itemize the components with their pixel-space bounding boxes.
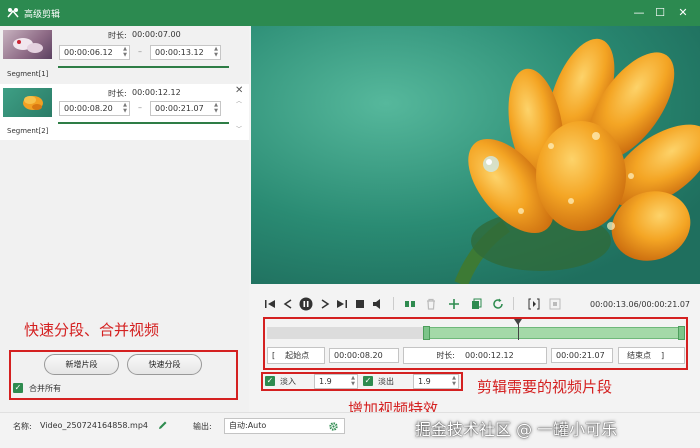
segment-duration: 00:00:12.12 (132, 88, 181, 97)
spinner-icon[interactable]: ▲ ▼ (214, 46, 218, 58)
edit-pencil-icon[interactable] (158, 420, 168, 430)
fade-in-checkbox[interactable]: ✓ (265, 376, 275, 386)
minimize-button[interactable]: — (629, 3, 649, 23)
step-back-icon[interactable] (281, 297, 295, 311)
spinner-icon[interactable]: ▲ ▼ (123, 102, 127, 114)
playhead-marker-icon[interactable] (513, 319, 522, 325)
reset-icon[interactable] (491, 297, 505, 311)
quick-split-button[interactable]: 快速分段 (127, 354, 202, 375)
annotation-split-merge: 快速分段、合并视频 (24, 321, 160, 339)
step-forward-icon[interactable] (318, 297, 332, 311)
filename-value: Video_250724164858.mp4 (40, 421, 148, 430)
annotation-range: 剪辑需要的视频片段 (477, 378, 613, 396)
copy-icon[interactable] (469, 297, 483, 311)
spinner-icon[interactable]: ▲ ▼ (123, 46, 127, 58)
selection-start-handle[interactable] (422, 326, 430, 340)
range-start-input[interactable]: 00:00:08.20 (329, 348, 399, 363)
add-icon[interactable] (447, 297, 461, 311)
new-segment-button[interactable]: 新增片段 (44, 354, 119, 375)
spinner-icon[interactable]: ▲ ▼ (214, 102, 218, 114)
video-preview[interactable] (251, 26, 700, 284)
output-label: 输出: (193, 422, 212, 431)
segment-panel: Segment[1] 时长: 00:00:07.00 00:00:06.12 ▲ ▼… (0, 26, 249, 412)
volume-icon[interactable] (371, 297, 385, 311)
window-title: 高级剪辑 (24, 10, 61, 20)
segment-name: Segment[1] (7, 70, 49, 78)
toolbar-divider (513, 297, 514, 310)
fade-in-input[interactable]: 1.9 ▲ ▼ (314, 374, 358, 389)
fade-in-label: 淡入 (280, 377, 296, 386)
mark-out-icon[interactable] (548, 297, 562, 311)
segment-duration: 00:00:07.00 (132, 30, 181, 39)
segment-duration-label: 时长: (108, 89, 127, 98)
filename-label: 名称: (13, 422, 32, 431)
file-bar: 名称: Video_250724164858.mp4 输出: 自动:Auto 掘… (0, 412, 700, 448)
segment-start-input[interactable]: 00:00:08.20 ▲ ▼ (59, 101, 130, 116)
close-segment-icon[interactable]: ✕ (235, 85, 243, 96)
title-bar: 高级剪辑 — ☐ ✕ (0, 0, 700, 26)
close-button[interactable]: ✕ (673, 3, 693, 23)
fade-out-checkbox[interactable]: ✓ (363, 376, 373, 386)
merge-all-checkbox[interactable]: ✓ (13, 383, 23, 393)
watermark: 掘金技术社区 @ 一罐小可乐 (415, 420, 618, 439)
go-start-icon[interactable] (263, 297, 277, 311)
segment-thumbnail (3, 88, 52, 117)
app-logo-icon (7, 8, 19, 18)
segment-item[interactable]: Segment[1] 时长: 00:00:07.00 00:00:06.12 ▲ ▼… (0, 26, 249, 82)
segment-name: Segment[2] (7, 127, 49, 135)
set-start-button[interactable]: [起始点 (267, 347, 325, 364)
go-end-icon[interactable] (335, 297, 349, 311)
split-icon[interactable] (403, 297, 417, 311)
segment-item[interactable]: Segment[2] 时长: 00:00:12.12 ✕ ︿ ﹀ 00:00:0… (0, 84, 249, 140)
chevron-down-icon[interactable]: ﹀ (236, 124, 242, 133)
stop-icon[interactable] (353, 297, 367, 311)
maximize-button[interactable]: ☐ (650, 3, 670, 23)
delete-icon[interactable] (424, 297, 438, 311)
fade-out-label: 淡出 (378, 377, 394, 386)
video-frame-image (251, 26, 700, 284)
range-duration: 时长: 00:00:12.12 (403, 347, 547, 364)
playback-time: 00:00:13.06/00:00:21.07 (590, 300, 690, 309)
gear-icon[interactable] (329, 422, 338, 431)
selection-end-handle[interactable] (678, 326, 685, 340)
output-select[interactable]: 自动:Auto (224, 418, 345, 434)
range-dash: – (138, 47, 142, 56)
segment-duration-label: 时长: (108, 31, 127, 40)
segment-end-input[interactable]: 00:00:13.12 ▲ ▼ (150, 45, 221, 60)
set-end-button[interactable]: 结束点] (618, 347, 685, 364)
chevron-up-icon[interactable]: ︿ (236, 96, 242, 105)
merge-all-label: 合并所有 (29, 384, 61, 393)
toolbar-divider (393, 297, 394, 310)
range-dash: – (138, 103, 142, 112)
segment-end-input[interactable]: 00:00:21.07 ▲ ▼ (150, 101, 221, 116)
timeline-selection[interactable] (425, 327, 685, 339)
segment-progress-line (58, 122, 229, 124)
fade-out-input[interactable]: 1.9 ▲ ▼ (413, 374, 459, 389)
segment-start-input[interactable]: 00:00:06.12 ▲ ▼ (59, 45, 130, 60)
pause-button[interactable] (299, 297, 313, 311)
segment-thumbnail (3, 30, 52, 59)
mark-in-icon[interactable] (527, 297, 541, 311)
segment-progress-line (58, 66, 229, 68)
range-end-input[interactable]: 00:00:21.07 (551, 348, 613, 363)
editor-controls: 00:00:13.06/00:00:21.07 [起始点 00:00:08.20… (251, 284, 700, 418)
